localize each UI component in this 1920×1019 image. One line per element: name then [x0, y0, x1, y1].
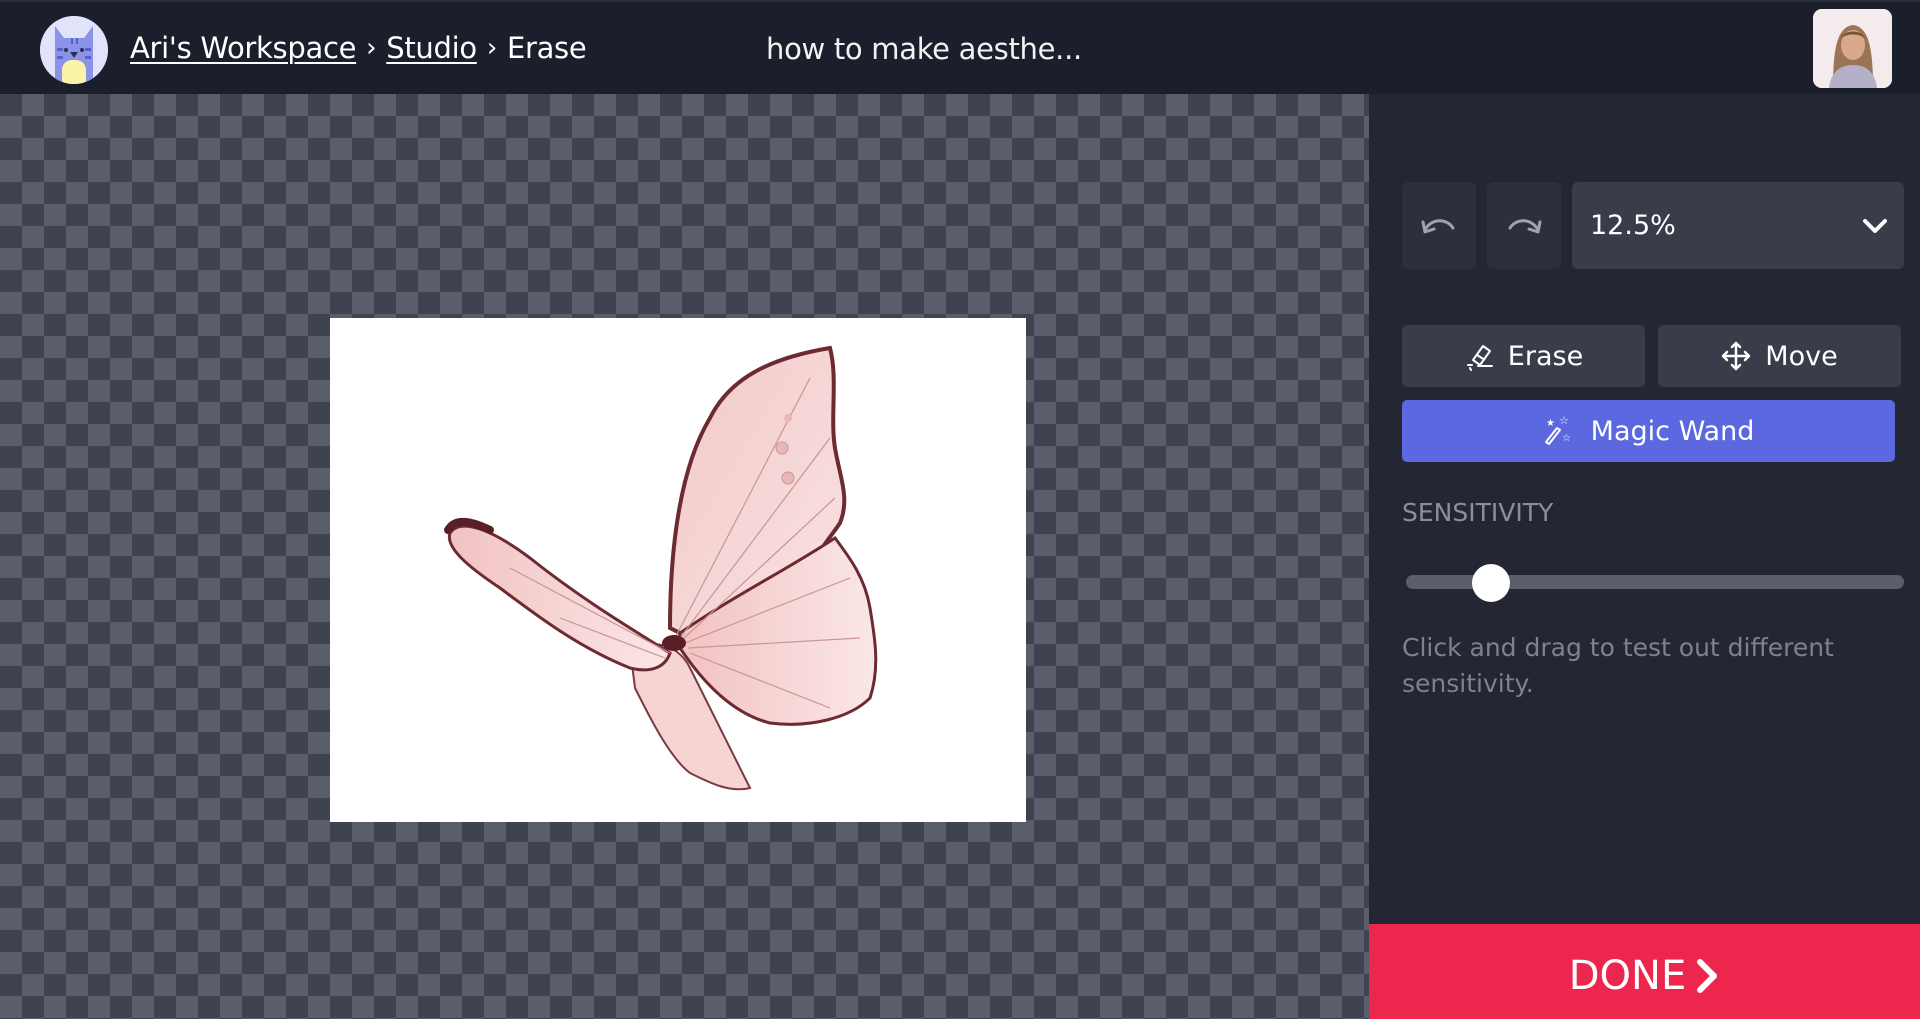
- user-photo-icon: [1813, 9, 1892, 88]
- move-tool-label: Move: [1765, 340, 1838, 372]
- top-bar: Ari's Workspace › Studio › Erase how to …: [0, 0, 1920, 94]
- breadcrumb-separator: ›: [366, 33, 377, 63]
- sensitivity-hint: Click and drag to test out different sen…: [1402, 633, 1834, 698]
- svg-text:☆: ☆: [1562, 433, 1571, 444]
- erase-tool-label: Erase: [1507, 340, 1584, 372]
- svg-text:☆: ☆: [1559, 415, 1569, 427]
- chevron-right-icon: [1697, 958, 1718, 993]
- erase-tool-button[interactable]: Erase: [1402, 325, 1645, 387]
- breadcrumb-studio-link[interactable]: Studio: [386, 31, 477, 65]
- breadcrumb-workspace-link[interactable]: Ari's Workspace: [130, 31, 356, 65]
- eraser-icon: [1466, 345, 1493, 371]
- document-title[interactable]: how to make aesthe...: [766, 32, 1082, 66]
- done-button[interactable]: DONE: [1369, 924, 1920, 1019]
- magic-wand-tool-button[interactable]: ★ ☆ ☆ Magic Wand: [1402, 400, 1895, 462]
- breadcrumb: Ari's Workspace › Studio › Erase: [130, 28, 587, 68]
- redo-button[interactable]: [1487, 182, 1561, 269]
- chevron-down-icon: [1863, 218, 1887, 233]
- undo-icon: [1421, 218, 1455, 233]
- sensitivity-slider-thumb[interactable]: [1471, 564, 1510, 602]
- sensitivity-slider[interactable]: [1406, 564, 1904, 602]
- cat-logo-icon: [40, 16, 108, 84]
- done-label: DONE: [1568, 952, 1687, 999]
- butterfly-image-icon: [444, 345, 878, 791]
- zoom-level-value: 12.5%: [1590, 210, 1676, 241]
- move-icon: [1722, 341, 1751, 371]
- zoom-level-dropdown[interactable]: 12.5%: [1572, 182, 1904, 269]
- move-tool-button[interactable]: Move: [1658, 325, 1901, 387]
- sensitivity-label: SENSITIVITY: [1402, 498, 1554, 527]
- image-layer[interactable]: [330, 318, 1026, 822]
- tool-panel: 12.5% Erase Move ★ ☆ ☆ Magic Wand SENSIT…: [1369, 94, 1920, 1019]
- breadcrumb-current-page: Erase: [506, 31, 587, 65]
- magic-wand-tool-label: Magic Wand: [1590, 415, 1755, 447]
- workspace-avatar[interactable]: [40, 16, 108, 84]
- magic-wand-icon: ★ ☆ ☆: [1544, 415, 1571, 445]
- redo-icon: [1508, 218, 1542, 233]
- svg-text:★: ★: [1546, 418, 1555, 429]
- user-avatar[interactable]: [1813, 9, 1892, 88]
- editor-canvas[interactable]: [0, 94, 1369, 1019]
- breadcrumb-separator: ›: [486, 33, 497, 63]
- undo-button[interactable]: [1402, 182, 1476, 269]
